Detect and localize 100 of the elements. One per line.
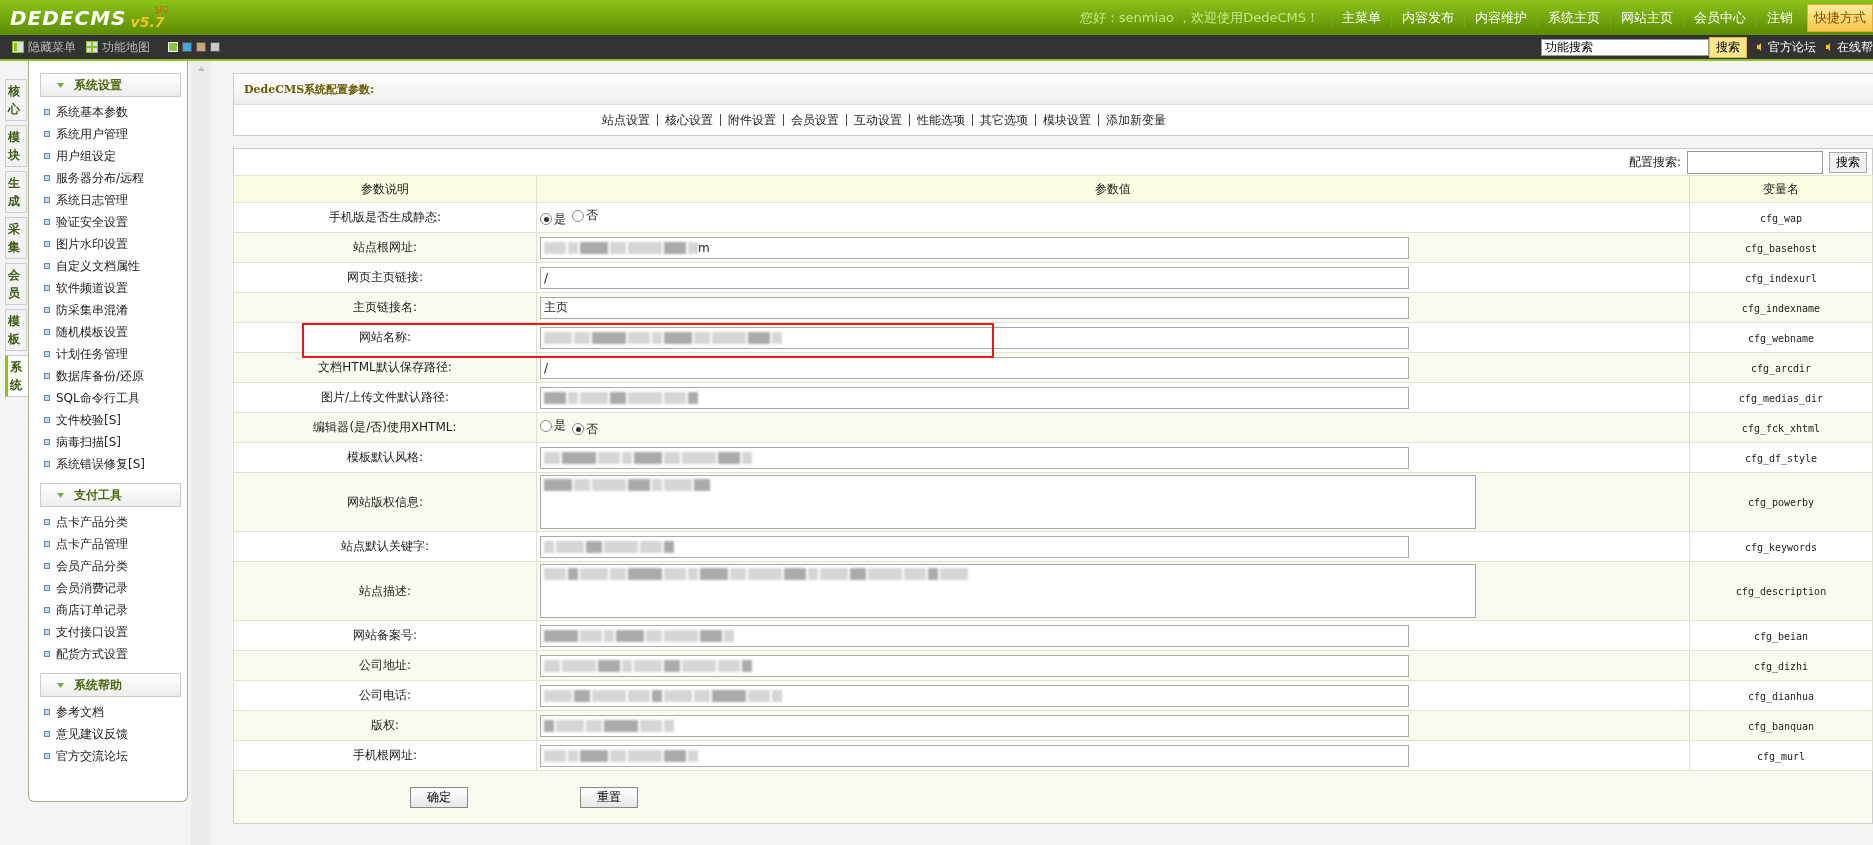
logo: DEDECMS — [10, 5, 127, 30]
table-cell: cfg_murl — [1689, 740, 1873, 771]
menu-item[interactable]: 病毒扫描[S] — [29, 431, 187, 453]
menu-item[interactable]: 配货方式设置 — [29, 643, 187, 665]
table-cell: cfg_keywords — [1689, 531, 1873, 562]
search-field[interactable]: 功能搜索 — [1541, 38, 1709, 56]
edition-text: SP2 — [154, 5, 170, 15]
menu-item[interactable]: 支付接口设置 — [29, 621, 187, 643]
menu-item[interactable]: 商店订单记录 — [29, 599, 187, 621]
column-header: 参数说明 — [233, 175, 537, 203]
menu-item[interactable]: 软件频道设置 — [29, 277, 187, 299]
menu-item[interactable]: 防采集串混淆 — [29, 299, 187, 321]
input-field[interactable] — [540, 654, 1409, 677]
menu-item[interactable]: 官方交流论坛 — [29, 745, 187, 767]
help-link[interactable]: 官方论坛 — [1757, 38, 1816, 56]
menu-item[interactable]: 自定义文档属性 — [29, 255, 187, 277]
config-tab[interactable]: 模块设置 — [1035, 114, 1098, 126]
input-field[interactable] — [540, 446, 1409, 469]
menu-item[interactable]: 服务器分布/远程 — [29, 167, 187, 189]
hide-menu-link[interactable]: 隐藏菜单 — [12, 38, 76, 56]
radio-option[interactable]: 是 — [540, 210, 566, 228]
search-button[interactable]: 搜索 — [1709, 36, 1747, 58]
bullet-icon — [44, 519, 50, 525]
config-tab[interactable]: 核心设置 — [657, 114, 720, 126]
input-field[interactable] — [540, 386, 1409, 409]
side-tab[interactable]: 会员 — [5, 263, 27, 305]
side-tab[interactable]: 模板 — [5, 309, 27, 351]
shortcut-button[interactable]: 快捷方式 — [1807, 3, 1873, 32]
menu-group-header[interactable]: 支付工具 — [40, 483, 181, 507]
help-link[interactable]: 在线帮 — [1826, 38, 1873, 56]
menu-item[interactable]: 系统基本参数 — [29, 101, 187, 123]
config-search-field[interactable] — [1687, 150, 1823, 174]
menu-item[interactable]: 文件校验[S] — [29, 409, 187, 431]
menu-item[interactable]: 图片水印设置 — [29, 233, 187, 255]
side-tab[interactable]: 系统 — [5, 355, 29, 397]
config-tab[interactable]: 站点设置 — [595, 114, 657, 126]
caret-icon — [57, 682, 64, 688]
menu-item[interactable]: 验证安全设置 — [29, 211, 187, 233]
menu-item[interactable]: 数据库备份/还原 — [29, 365, 187, 387]
menu-item[interactable]: 点卡产品分类 — [29, 511, 187, 533]
config-search-button[interactable]: 搜索 — [1829, 151, 1867, 173]
config-tab[interactable]: 其它选项 — [972, 114, 1035, 126]
input-field[interactable]: / — [540, 266, 1409, 289]
menu-item[interactable]: 点卡产品管理 — [29, 533, 187, 555]
menu-item[interactable]: 系统用户管理 — [29, 123, 187, 145]
bullet-icon — [44, 731, 50, 737]
config-tab[interactable]: 添加新变量 — [1098, 114, 1173, 126]
skin-swatch[interactable] — [210, 42, 220, 52]
menu-item[interactable]: 随机模板设置 — [29, 321, 187, 343]
menu-item[interactable]: 会员消费记录 — [29, 577, 187, 599]
menu-item[interactable]: 会员产品分类 — [29, 555, 187, 577]
menu-item[interactable]: 意见建议反馈 — [29, 723, 187, 745]
input-field[interactable] — [540, 744, 1409, 767]
input-field[interactable]: / — [540, 356, 1409, 379]
bullet-icon — [44, 563, 50, 569]
table-cell: 图片/上传文件默认路径: — [233, 382, 537, 413]
menu-group-header[interactable]: 系统帮助 — [40, 673, 181, 697]
radio-option[interactable]: 否 — [572, 207, 598, 225]
config-tab[interactable]: 性能选项 — [909, 114, 972, 126]
side-tab[interactable]: 模块 — [5, 125, 27, 167]
bullet-icon — [44, 263, 50, 269]
site-map-link[interactable]: 功能地图 — [86, 38, 150, 56]
menu-item[interactable]: 用户组设定 — [29, 145, 187, 167]
input-field[interactable] — [540, 714, 1409, 737]
side-tab[interactable]: 采集 — [5, 217, 27, 259]
bullet-icon — [44, 585, 50, 591]
config-tab[interactable]: 互动设置 — [846, 114, 909, 126]
input-field[interactable] — [540, 535, 1409, 558]
radio-option[interactable]: 是 — [540, 417, 566, 435]
menu-item[interactable]: SQL命令行工具 — [29, 387, 187, 409]
menu-item[interactable]: 计划任务管理 — [29, 343, 187, 365]
table-cell: 网站版权信息: — [233, 472, 537, 532]
config-tab[interactable]: 附件设置 — [720, 114, 783, 126]
input-field[interactable]: 主页 — [540, 296, 1409, 319]
bullet-icon — [44, 175, 50, 181]
skin-swatch[interactable] — [196, 42, 206, 52]
input-field[interactable]: m — [540, 236, 1409, 259]
panel-icon — [12, 41, 24, 53]
greeting-text: 您好：senmiao ，欢迎使用DedeCMS！ — [1079, 8, 1319, 27]
menu-item[interactable]: 系统日志管理 — [29, 189, 187, 211]
menu-group-header[interactable]: 系统设置 — [40, 73, 181, 97]
menu-item[interactable]: 系统错误修复[S] — [29, 453, 187, 475]
text-area[interactable] — [540, 475, 1476, 529]
input-field[interactable] — [540, 684, 1409, 707]
config-tab[interactable]: 会员设置 — [783, 114, 846, 126]
form-button[interactable]: 确定 — [410, 786, 468, 808]
grid-icon — [86, 41, 98, 53]
text-area[interactable] — [540, 564, 1476, 618]
radio-option[interactable]: 否 — [572, 420, 598, 438]
table-cell: 版权: — [233, 710, 537, 741]
side-tab[interactable]: 核心 — [5, 79, 27, 121]
menu-item[interactable]: 参考文档 — [29, 701, 187, 723]
input-field[interactable] — [540, 326, 1409, 349]
table-cell: cfg_banquan — [1689, 710, 1873, 741]
skin-swatch[interactable] — [182, 42, 192, 52]
scrollbar[interactable] — [191, 61, 211, 845]
bullet-icon — [44, 417, 50, 423]
input-field[interactable] — [540, 624, 1409, 647]
form-button[interactable]: 重置 — [580, 786, 638, 808]
side-tab[interactable]: 生成 — [5, 171, 27, 213]
